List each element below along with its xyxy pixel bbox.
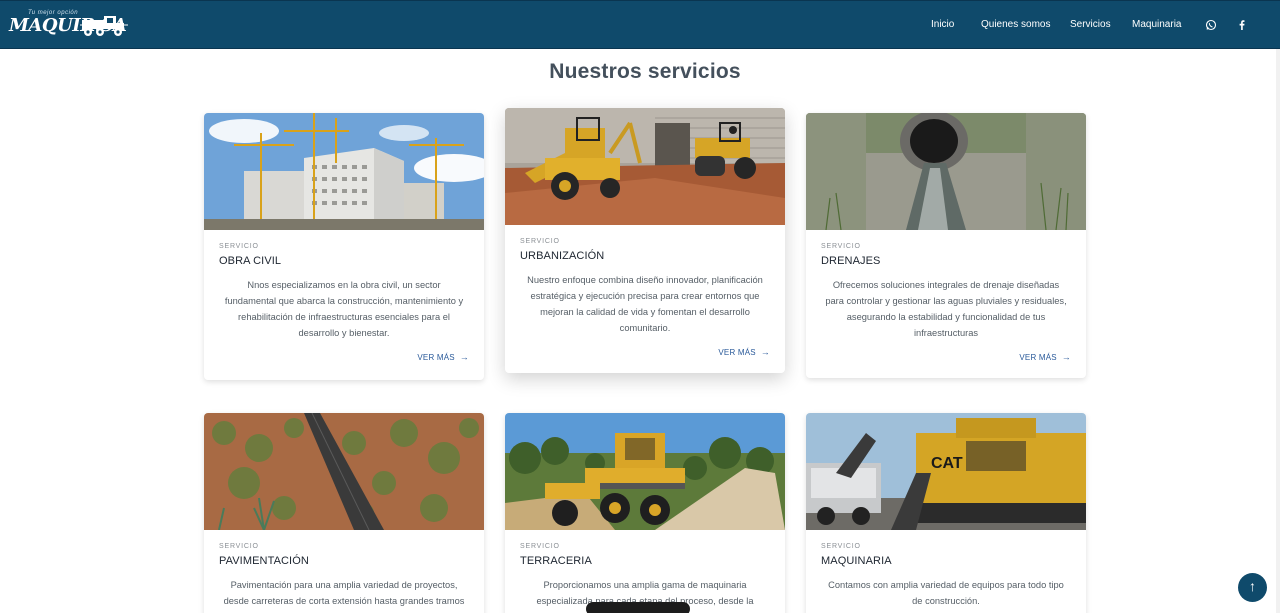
card-title: TERRACERIA: [520, 555, 592, 567]
card-eyebrow: SERVICIO: [520, 238, 560, 245]
nav-link-inicio[interactable]: Inicio: [931, 19, 954, 30]
svg-text:CAT: CAT: [931, 455, 963, 472]
facebook-icon[interactable]: [1236, 19, 1248, 31]
card-description: Nuestro enfoque combina diseño innovador…: [527, 275, 763, 333]
ver-mas-label: VER MÁS: [417, 353, 455, 362]
ver-mas-label: VER MÁS: [1019, 353, 1057, 362]
arrow-right-icon: →: [1061, 352, 1071, 362]
card-title: URBANIZACIÓN: [520, 250, 605, 262]
service-card-drenajes: SERVICIO DRENAJES Ofrecemos soluciones i…: [806, 113, 1086, 378]
card-image-terraceria: [505, 413, 785, 530]
card-image-drenajes: [806, 113, 1086, 230]
service-card-pavimentacion: SERVICIO PAVIMENTACIÓN Pavimentación par…: [204, 413, 484, 613]
card-image-maquinaria: CAT: [806, 413, 1086, 530]
card-description: Contamos con amplia variedad de equipos …: [828, 580, 1064, 606]
card-eyebrow: SERVICIO: [520, 543, 560, 550]
nav-link-quienes-somos[interactable]: Quienes somos: [981, 19, 1050, 30]
arrow-right-icon: →: [459, 352, 469, 362]
section-title: Nuestros servicios: [549, 60, 741, 83]
service-card-maquinaria: CAT SERVICIO MAQUINARIA Contamos con amp…: [806, 413, 1086, 613]
nav-link-maquinaria[interactable]: Maquinaria: [1132, 19, 1181, 30]
card-title: PAVIMENTACIÓN: [219, 555, 309, 567]
card-title: MAQUINARIA: [821, 555, 892, 567]
whatsapp-icon[interactable]: [1205, 19, 1217, 31]
floating-overlay[interactable]: [586, 602, 690, 613]
arrow-right-icon: →: [760, 347, 770, 357]
logo[interactable]: Tu mejor opción MAQUIR.SA: [8, 10, 128, 40]
ver-mas-label: VER MÁS: [718, 348, 756, 357]
card-description: Pavimentación para una amplia variedad d…: [223, 580, 465, 606]
service-card-terraceria: SERVICIO TERRACERIA Proporcionamos una a…: [505, 413, 785, 613]
scrollbar[interactable]: [1276, 49, 1280, 613]
scroll-to-top-button[interactable]: ↑: [1238, 573, 1267, 602]
card-image-obra-civil: [204, 113, 484, 230]
arrow-up-icon: ↑: [1249, 578, 1256, 594]
card-eyebrow: SERVICIO: [219, 243, 259, 250]
card-title: OBRA CIVIL: [219, 255, 282, 267]
navbar: Tu mejor opción MAQUIR.SA Inicio Quienes…: [0, 0, 1280, 49]
service-card-urbanizacion: SERVICIO URBANIZACIÓN Nuestro enfoque co…: [505, 108, 785, 373]
ver-mas-link[interactable]: VER MÁS →: [219, 352, 469, 362]
ver-mas-link[interactable]: VER MÁS →: [520, 347, 770, 357]
card-eyebrow: SERVICIO: [219, 543, 259, 550]
card-title: DRENAJES: [821, 255, 881, 267]
card-eyebrow: SERVICIO: [821, 543, 861, 550]
card-description: Ofrecemos soluciones integrales de drena…: [825, 280, 1067, 338]
truck-icon: [80, 16, 128, 36]
card-image-pavimentacion: [204, 413, 484, 530]
card-image-urbanizacion: [505, 108, 785, 225]
card-eyebrow: SERVICIO: [821, 243, 861, 250]
nav-link-servicios[interactable]: Servicios: [1070, 19, 1111, 30]
card-description: Nnos especializamos en la obra civil, un…: [224, 280, 464, 338]
ver-mas-link[interactable]: VER MÁS →: [821, 352, 1071, 362]
service-card-obra-civil: SERVICIO OBRA CIVIL Nnos especializamos …: [204, 113, 484, 380]
